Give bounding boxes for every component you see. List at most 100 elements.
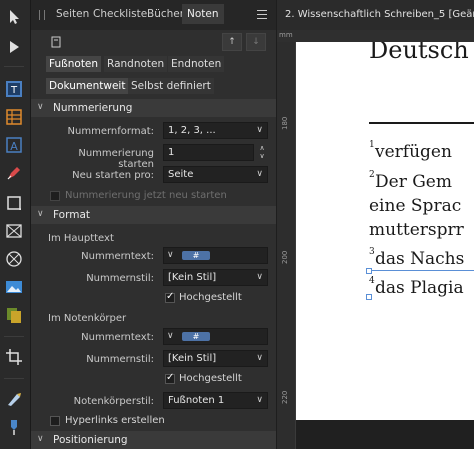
fill-tool-icon[interactable] (3, 304, 25, 326)
chevron-down-icon: ∨ (167, 331, 174, 341)
ruler-label: 200 (281, 250, 289, 264)
restart-per-dropdown[interactable]: Seite ∨ (163, 166, 268, 183)
move-tool-icon[interactable] (3, 6, 25, 28)
document-title: 2. Wissenschaftlich Schreiben_5 [Geänder (285, 9, 474, 20)
node-tool-icon[interactable] (3, 36, 25, 58)
number-token: # (182, 332, 210, 341)
frame-text-tool-icon[interactable]: T (3, 78, 25, 100)
panel-menu-icon[interactable] (257, 10, 267, 19)
footnote-line: verfügen (375, 142, 452, 162)
ellipse-frame-tool-icon[interactable] (3, 248, 25, 270)
notes-numstyle-dropdown[interactable]: [Kein Stil] ∨ (163, 350, 268, 367)
move-down-button[interactable]: ↓ (246, 33, 266, 51)
chevron-down-icon: ∨ (256, 169, 263, 179)
numbering-format-dropdown[interactable]: 1, 2, 3, ... ∨ (163, 122, 268, 139)
section-nummerierung[interactable]: ∨ Nummerierung (31, 99, 276, 117)
tab-buecher[interactable]: Bücher (147, 8, 184, 20)
section-format[interactable]: ∨ Format (31, 206, 276, 224)
picture-frame-tool-icon[interactable] (3, 220, 25, 242)
place-image-tool-icon[interactable] (3, 276, 25, 298)
notes-superscript-checkbox[interactable] (165, 372, 175, 384)
notes-bodystyle-label: Notenkörperstil: (73, 396, 154, 407)
ruler-label: 220 (281, 390, 289, 404)
section-positionierung[interactable]: ∨ Positionierung (31, 431, 276, 449)
main-text-group-label: Im Haupttext (48, 233, 114, 244)
notes-numtext-label: Nummerntext: (81, 332, 154, 343)
notes-superscript-label: Hochgestellt (179, 373, 242, 384)
main-numstyle-value: [Kein Stil] (168, 272, 217, 283)
insert-note-icon[interactable] (46, 33, 66, 51)
document-tab[interactable]: 2. Wissenschaftlich Schreiben_5 [Geänder (277, 0, 474, 30)
pen-tool-icon[interactable] (3, 162, 25, 184)
footnote-mark: 4 (369, 276, 375, 286)
note-type-endnoten[interactable]: Endnoten (168, 56, 225, 72)
footnote-mark: 3 (369, 247, 375, 257)
panel-tab-bar: Seiten Checkliste Bücher Noten (31, 0, 276, 30)
main-superscript-checkbox[interactable] (165, 291, 175, 303)
notes-bodystyle-value: Fußnoten 1 (168, 395, 225, 406)
numbering-start-value: 1 (168, 147, 175, 158)
note-type-fussnoten[interactable]: Fußnoten (46, 56, 102, 72)
chevron-down-icon: ∨ (167, 250, 174, 260)
footnote-line: das Plagia (375, 278, 464, 298)
scope-selbst-definiert[interactable]: Selbst definiert (128, 78, 214, 94)
numbering-format-value: 1, 2, 3, ... (168, 125, 216, 136)
rectangle-tool-icon[interactable] (3, 192, 25, 214)
restart-now-checkbox[interactable] (50, 191, 60, 201)
section-title: Format (53, 209, 91, 221)
tab-checkliste[interactable]: Checkliste (93, 8, 147, 20)
footnote-separator (369, 122, 474, 124)
scope-dokumentweit[interactable]: Dokumentweit (46, 78, 129, 94)
selection-line (369, 270, 474, 271)
restart-per-value: Seite (168, 169, 194, 180)
notes-numstyle-value: [Kein Stil] (168, 353, 217, 364)
crop-tool-icon[interactable] (3, 346, 25, 368)
chevron-down-icon: ∨ (37, 434, 44, 444)
chevron-down-icon: ∨ (256, 395, 263, 405)
footnote-line: muttersprr (369, 220, 464, 240)
footnote-mark: 1 (369, 140, 375, 150)
main-numtext-label: Nummerntext: (81, 251, 154, 262)
main-superscript-label: Hochgestellt (179, 292, 242, 303)
chevron-down-icon: ∨ (37, 209, 44, 219)
restart-now-label: Nummerierung jetzt neu starten (65, 190, 227, 201)
color-picker-tool-icon[interactable] (3, 416, 25, 438)
document-page[interactable]: Deutsch 1 verfügen 2 Der Gem eine Sprac … (296, 42, 474, 420)
tab-seiten[interactable]: Seiten (56, 8, 89, 20)
svg-text:T: T (10, 85, 18, 96)
selection-handle[interactable] (366, 294, 372, 300)
main-numstyle-dropdown[interactable]: [Kein Stil] ∨ (163, 269, 268, 286)
svg-text:A: A (10, 140, 18, 153)
section-title: Positionierung (53, 434, 128, 446)
numbering-start-label: Nummerierung starten (78, 148, 154, 170)
chevron-down-icon: ∨ (256, 125, 263, 135)
footnote-mark: 2 (369, 170, 375, 180)
ruler-label: 180 (281, 116, 289, 130)
numbering-format-label: Nummernformat: (67, 126, 154, 137)
vertical-ruler[interactable]: 180 200 220 (277, 42, 296, 449)
main-numstyle-label: Nummernstil: (86, 273, 154, 284)
chevron-down-icon: ∨ (256, 353, 263, 363)
main-numtext-field[interactable]: ∨ # (163, 247, 268, 264)
hyperlinks-label: Hyperlinks erstellen (65, 415, 165, 426)
document-area: 2. Wissenschaftlich Schreiben_5 [Geänder… (277, 0, 474, 449)
footnote-line: Der Gem (375, 172, 452, 192)
move-up-button[interactable]: ↑ (222, 33, 242, 51)
panel-grip[interactable] (39, 10, 45, 20)
notes-bodystyle-dropdown[interactable]: Fußnoten 1 ∨ (163, 392, 268, 409)
transparency-tool-icon[interactable] (3, 388, 25, 410)
pasteboard (296, 420, 474, 449)
note-type-randnoten[interactable]: Randnoten (104, 56, 168, 72)
notes-numtext-field[interactable]: ∨ # (163, 328, 268, 345)
artistic-text-tool-icon[interactable]: A (3, 134, 25, 156)
tab-noten[interactable]: Noten (182, 4, 224, 24)
numbering-start-input[interactable]: 1 (163, 144, 254, 161)
page-heading: Deutsch (369, 42, 469, 64)
restart-per-label: Neu starten pro: (72, 170, 154, 181)
number-token: # (182, 251, 210, 260)
stepper-icon[interactable]: ∧ ∨ (256, 144, 268, 161)
selection-handle[interactable] (366, 268, 372, 274)
hyperlinks-checkbox[interactable] (50, 416, 60, 426)
table-tool-icon[interactable] (3, 106, 25, 128)
section-title: Nummerierung (53, 102, 133, 114)
